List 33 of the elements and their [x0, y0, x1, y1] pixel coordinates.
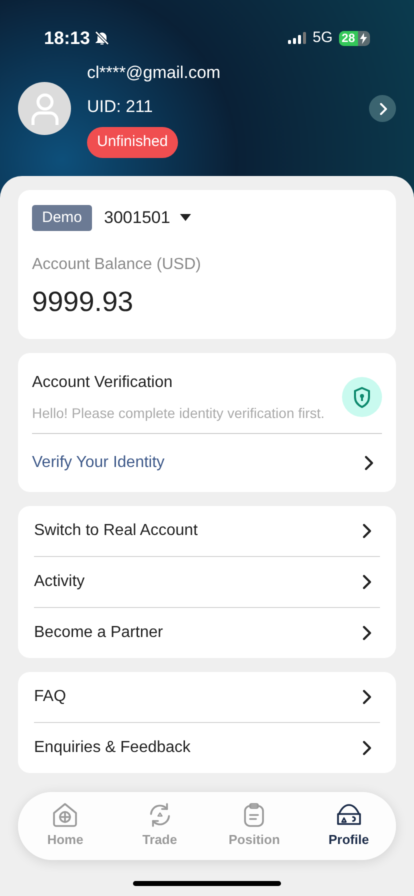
network-label: 5G	[312, 28, 333, 48]
balance-label: Account Balance (USD)	[32, 255, 202, 275]
chevron-right-icon	[362, 574, 372, 590]
status-badge: Unfinished	[87, 127, 178, 158]
chevron-right-icon	[362, 740, 372, 756]
verification-message: Hello! Please complete identity verification first.	[32, 404, 326, 423]
tab-item[interactable]: Profile	[302, 792, 396, 860]
verification-title: Account Verification	[32, 373, 174, 393]
home-icon	[51, 802, 80, 828]
uid-text: UID: 211	[87, 96, 154, 118]
charging-bolt-icon	[360, 32, 367, 44]
chevron-right-icon	[364, 455, 374, 471]
caret-down-icon	[180, 214, 192, 222]
account-selector[interactable]: 3001501	[104, 205, 192, 230]
signal-icon	[288, 32, 307, 44]
bell-off-icon	[94, 30, 110, 46]
demo-tag: Demo	[32, 204, 92, 231]
chevron-right-icon	[362, 625, 372, 641]
user-icon	[30, 92, 60, 126]
shield-lock-icon	[353, 386, 371, 408]
menu-item[interactable]: Enquiries & Feedback	[34, 723, 380, 773]
menu-item[interactable]: Become a Partner	[34, 608, 380, 658]
balance-amount: 9999.93	[32, 285, 134, 319]
menu-item[interactable]: FAQ	[34, 672, 380, 722]
verify-identity-link[interactable]: Verify Your Identity	[32, 434, 382, 492]
chevron-right-icon	[378, 102, 386, 115]
menu-item[interactable]: Switch to Real Account	[34, 506, 380, 556]
chevron-right-icon	[362, 689, 372, 705]
menu-item[interactable]: Activity	[34, 557, 380, 607]
email-text: cl****@gmail.com	[87, 62, 222, 84]
clipboard-icon	[243, 802, 266, 828]
chevron-right-icon	[362, 523, 372, 539]
status-time: 18:13	[44, 26, 90, 50]
